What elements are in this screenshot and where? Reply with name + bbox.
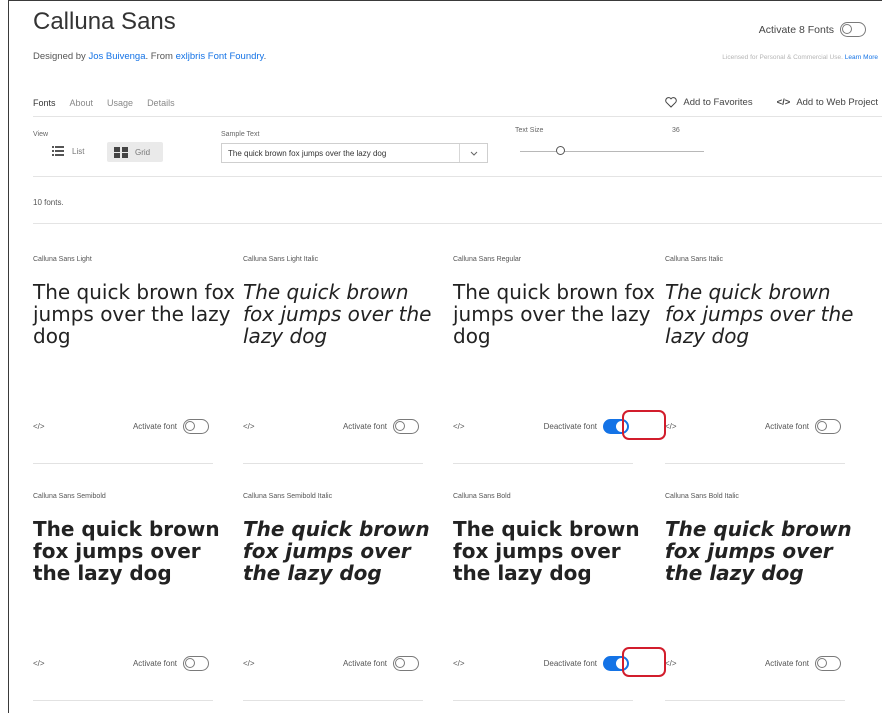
embed-code-icon[interactable]: </> [33, 422, 45, 431]
card-divider [665, 700, 845, 701]
view-list-label: List [72, 146, 85, 156]
text-size-slider-track[interactable] [520, 151, 704, 152]
font-name: Calluna Sans Semibold [33, 493, 106, 500]
controls-divider [33, 176, 882, 177]
byline-mid: . From [145, 51, 173, 62]
add-to-web-project-label: Add to Web Project [796, 97, 878, 108]
font-action-label: Activate font [132, 422, 177, 431]
font-sample: The quick brown fox jumps over the lazy … [665, 280, 854, 348]
tabs-divider [33, 116, 882, 117]
font-action-label: Activate font [764, 422, 809, 431]
list-icon [52, 146, 64, 156]
byline-end: . [263, 51, 267, 62]
foundry-link[interactable]: exljbris Font Foundry [176, 51, 264, 62]
card-divider [33, 463, 213, 464]
text-size-value: 36 [672, 127, 680, 134]
embed-code-icon[interactable]: </> [665, 659, 677, 668]
font-activate-toggle[interactable] [183, 419, 209, 434]
family-tabs: Fonts About Usage Details [33, 98, 175, 108]
font-activate-toggle[interactable] [393, 656, 419, 671]
license-note: Licensed for Personal & Commercial Use. … [722, 54, 878, 61]
font-sample: The quick brown fox jumps over the lazy … [33, 280, 236, 348]
add-to-favorites-label: Add to Favorites [683, 97, 753, 108]
embed-code-icon[interactable]: </> [243, 422, 255, 431]
code-icon: </> [776, 97, 791, 108]
font-name: Calluna Sans Bold Italic [665, 493, 739, 500]
embed-code-icon[interactable]: </> [665, 422, 677, 431]
card-divider [665, 463, 845, 464]
sample-text-select[interactable]: The quick brown fox jumps over the lazy … [221, 143, 488, 163]
font-sample: The quick brown fox jumps over the lazy … [453, 280, 656, 348]
tab-usage[interactable]: Usage [107, 98, 133, 108]
count-divider [33, 223, 882, 224]
font-name: Calluna Sans Regular [453, 256, 522, 263]
learn-more-link[interactable]: Learn More [845, 54, 878, 61]
font-sample: The quick brown fox jumps over the lazy … [243, 280, 432, 348]
view-grid-label: Grid [135, 147, 151, 157]
view-grid-button[interactable]: Grid [107, 142, 163, 162]
card-divider [33, 700, 213, 701]
font-activate-toggle[interactable] [815, 419, 841, 434]
top-actions: Add to Favorites </> Add to Web Project [665, 97, 878, 108]
sample-text-label: Sample Text [221, 131, 260, 138]
font-family-title: Calluna Sans [33, 8, 176, 35]
font-action-label: Deactivate font [543, 422, 597, 431]
heart-icon [665, 97, 678, 108]
text-size-slider-handle[interactable] [555, 146, 565, 155]
designer-link[interactable]: Jos Buivenga [88, 51, 145, 62]
highlight-regular-toggle [622, 410, 666, 440]
grid-icon [114, 146, 128, 158]
font-name: Calluna Sans Semibold Italic [243, 493, 333, 500]
sample-text-value: The quick brown fox jumps over the lazy … [228, 148, 387, 158]
embed-code-icon[interactable]: </> [243, 659, 255, 668]
tab-fonts[interactable]: Fonts [33, 98, 56, 108]
font-name: Calluna Sans Bold [453, 493, 511, 500]
byline-prefix: Designed by [33, 51, 86, 62]
frame-border-top [8, 0, 882, 1]
view-label: View [33, 131, 49, 138]
font-sample: The quick brown fox jumps over the lazy … [243, 517, 430, 585]
embed-code-icon[interactable]: </> [453, 422, 465, 431]
card-divider [243, 700, 423, 701]
license-text: Licensed for Personal & Commercial Use. [722, 54, 843, 61]
embed-code-icon[interactable]: </> [33, 659, 45, 668]
font-action-label: Activate font [132, 659, 177, 668]
highlight-bold-toggle [622, 647, 666, 677]
tab-details[interactable]: Details [147, 98, 175, 108]
embed-code-icon[interactable]: </> [453, 659, 465, 668]
add-to-web-project-button[interactable]: </> Add to Web Project [777, 97, 878, 108]
font-activate-toggle[interactable] [393, 419, 419, 434]
add-to-favorites-button[interactable]: Add to Favorites [665, 97, 753, 108]
font-activate-toggle[interactable] [183, 656, 209, 671]
font-action-label: Deactivate font [543, 659, 597, 668]
font-sample: The quick brown fox jumps over the lazy … [453, 517, 640, 585]
font-sample: The quick brown fox jumps over the lazy … [665, 517, 852, 585]
font-sample: The quick brown fox jumps over the lazy … [33, 517, 220, 585]
font-action-label: Activate font [342, 659, 387, 668]
view-list-button[interactable]: List [52, 146, 84, 156]
card-divider [453, 700, 633, 701]
designer-byline: Designed by Jos Buivenga. From exljbris … [33, 51, 266, 62]
frame-border-left [8, 0, 9, 713]
activate-all-fonts: Activate 8 Fonts [759, 22, 866, 37]
font-activate-toggle[interactable] [815, 656, 841, 671]
font-name: Calluna Sans Light [33, 256, 92, 263]
text-size-label: Text Size [515, 127, 544, 134]
card-divider [243, 463, 423, 464]
font-action-label: Activate font [764, 659, 809, 668]
font-action-label: Activate font [342, 422, 387, 431]
tab-about[interactable]: About [70, 98, 94, 108]
activate-all-toggle[interactable] [840, 22, 866, 37]
font-name: Calluna Sans Italic [665, 256, 723, 263]
chevron-down-icon [459, 144, 487, 162]
card-divider [453, 463, 633, 464]
activate-all-label: Activate 8 Fonts [758, 23, 834, 36]
font-name: Calluna Sans Light Italic [243, 256, 319, 263]
font-count: 10 fonts. [33, 198, 64, 207]
